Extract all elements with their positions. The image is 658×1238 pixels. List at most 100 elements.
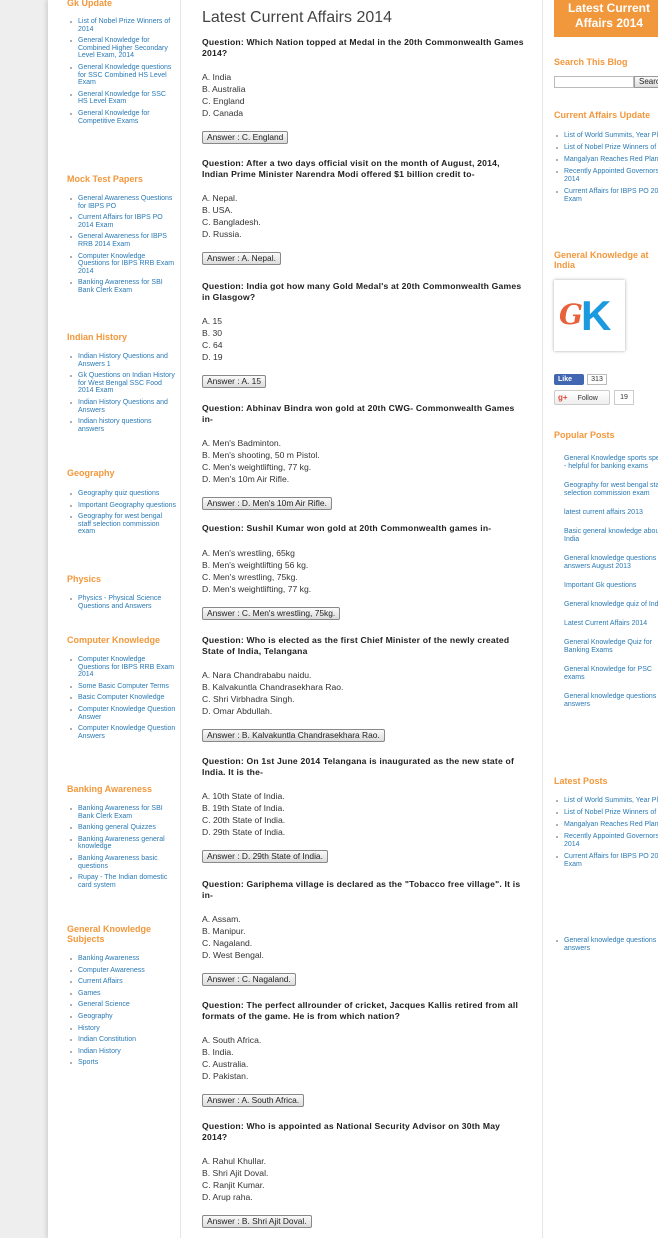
option-item: D. Arup raha. [202,1192,253,1202]
list-item[interactable]: Basic Computer Knowledge [67,694,177,702]
gk-update-list: List of Nobel Prize Winners of 2014 Gener… [67,18,177,129]
list-item[interactable]: Banking Awareness for SBI Bank Clerk Exa… [67,279,177,294]
list-item[interactable]: Current Affairs for IBPS PO 2014 Exam [67,214,177,229]
latest-affairs-banner[interactable]: Latest Current Affairs 2014 [554,0,658,37]
list-item[interactable]: Computer Awareness [67,967,177,975]
list-item[interactable]: Computer Knowledge Questions for IBPS RR… [67,253,177,276]
option-item: D. Pakistan. [202,1071,249,1081]
answer-button[interactable]: Answer : A. Nepal. [202,252,281,265]
list-item[interactable]: Latest Current Affairs 2014 [564,620,658,628]
gk-logo[interactable]: G K [554,280,625,351]
list-item[interactable]: Banking Awareness [67,955,177,963]
option-item: C. England [202,96,245,106]
list-item[interactable]: General Knowledge sports special - helpf… [564,455,658,471]
list-item[interactable]: General Knowledge questions for SSC Comb… [67,64,177,87]
list-item[interactable]: Mangalyan Reaches Red Planet [554,156,658,164]
list-item[interactable]: List of World Summits, Year Places [554,797,658,805]
list-item[interactable]: Physics - Physical Science Questions and… [67,595,177,610]
search-button[interactable]: Search [634,76,658,88]
list-item[interactable]: Banking general Quizzes [67,824,177,832]
answer-button[interactable]: Answer : B. Shri Ajit Doval. [202,1215,312,1228]
list-item[interactable]: Sports [67,1059,177,1067]
list-item[interactable]: General Science [67,1001,177,1009]
list-item[interactable]: General Knowledge for SSC HS Level Exam [67,91,177,106]
list-item[interactable]: Important Geography questions [67,502,177,510]
question-text: Question: Who is elected as the first Ch… [202,635,510,656]
list-item[interactable]: General knowledge quiz of India [564,601,658,609]
list-item[interactable]: General knowledge questions and answers [564,693,658,709]
list-item[interactable]: Current Affairs [67,978,177,986]
list-item[interactable]: Banking Awareness basic questions [67,855,177,870]
list-item[interactable]: Recently Appointed Governors in 2014 [554,168,658,184]
list-item[interactable]: Banking Awareness for SBI Bank Clerk Exa… [67,805,177,820]
answer-button[interactable]: Answer : C. Nagaland. [202,973,296,986]
option-item: D. Men's 10m Air Rifle. [202,474,290,484]
list-item[interactable]: List of Nobel Prize Winners of 2014 [67,18,177,33]
list-item[interactable]: Indian Constitution [67,1036,177,1044]
list-item[interactable]: Gk Questions on Indian History for West … [67,372,177,395]
question-text: Question: Gariphema village is declared … [202,879,521,900]
list-item[interactable]: Basic general knowledge about India [564,528,658,544]
ca-update-list: List of World Summits, Year Places List o… [554,132,658,208]
answer-button[interactable]: Answer : A. 15 [202,375,266,388]
list-item[interactable]: General Knowledge for Competitive Exams [67,110,177,125]
list-item[interactable]: General knowledge questions and answers [554,937,658,953]
list-item[interactable]: List of World Summits, Year Places [554,132,658,140]
list-item[interactable]: Computer Knowledge Questions for IBPS RR… [67,656,177,679]
list-item[interactable]: Computer Knowledge Question Answers [67,725,177,740]
left-sidebar: Gk Update List of Nobel Prize Winners of… [48,0,181,1238]
list-item[interactable]: Geography for west bengal staff selectio… [564,482,658,498]
list-item[interactable]: Indian History [67,1048,177,1056]
question-block: Question: On 1st June 2014 Telangana is … [202,756,528,864]
google-follow-button[interactable]: g+ Follow [554,390,610,405]
list-item[interactable]: General Knowledge Quiz for Banking Exams [564,639,658,655]
option-item: A. 10th State of India. [202,791,285,801]
list-item[interactable]: Games [67,990,177,998]
list-item[interactable]: Current Affairs for IBPS PO 2014 Exam [554,188,658,204]
banking-awareness-title: Banking Awareness [67,784,153,794]
follow-count: 19 [614,390,634,405]
list-item[interactable]: List of Nobel Prize Winners of 2014 [554,144,658,152]
list-item[interactable]: Current Affairs for IBPS PO 2014 Exam [554,853,658,869]
answer-button[interactable]: Answer : D. Men's 10m Air Rifle. [202,497,332,510]
answer-button[interactable]: Answer : B. Kalvakuntla Chandrasekhara R… [202,729,385,742]
list-item[interactable]: List of Nobel Prize Winners of 2014 [554,809,658,817]
option-item: C. Men's wrestling, 75kg. [202,571,298,582]
bottom-post-list: General knowledge questions and answers [554,937,658,957]
list-item[interactable]: General Awareness Questions for IBPS PO [67,195,177,210]
list-item[interactable]: Mangalyan Reaches Red Planet [554,821,658,829]
option-list: A. Men's wrestling, 65kg B. Men's weightl… [202,547,528,595]
list-item[interactable]: General Knowledge for PSC exams [564,666,658,682]
list-item[interactable]: Indian History Questions and Answers [67,399,177,414]
list-item[interactable]: Recently Appointed Governors in 2014 [554,833,658,849]
list-item[interactable]: General Awareness for IBPS RRB 2014 Exam [67,233,177,248]
list-item[interactable]: Geography quiz questions [67,490,177,498]
answer-button[interactable]: Answer : D. 29th State of India. [202,850,328,863]
list-item[interactable]: Geography for west bengal staff selectio… [67,513,177,536]
list-item[interactable]: Rupay - The Indian domestic card system [67,874,177,889]
option-item: B. India. [202,1047,234,1057]
option-item: B. Men's shooting, 50 m Pistol. [202,450,320,460]
list-item[interactable]: General knowledge questions answers Augu… [564,555,658,571]
question-text: Question: After a two days official visi… [202,158,500,179]
answer-button[interactable]: Answer : C. Men's wrestling, 75kg. [202,606,341,620]
list-item[interactable]: Banking Awareness general knowledge [67,836,177,851]
list-item[interactable]: latest current affairs 2013 [564,509,658,517]
list-item[interactable]: Computer Knowledge Question Answer [67,706,177,721]
facebook-like-button[interactable]: Like [554,374,584,385]
answer-button[interactable]: Answer : A. South Africa. [202,1094,305,1107]
gk-logo-g: G [559,298,583,331]
list-item[interactable]: Indian History Questions and Answers 1 [67,353,177,368]
search-input[interactable] [554,76,634,88]
follow-label: Follow [577,395,598,402]
list-item[interactable]: Important Gk questions [564,582,658,590]
list-item[interactable]: History [67,1025,177,1033]
like-count: 313 [587,374,607,385]
list-item[interactable]: General Knowledge for Combined Higher Se… [67,37,177,60]
list-item[interactable]: Geography [67,1013,177,1021]
option-item: C. Nagaland. [202,938,253,948]
answer-button[interactable]: Answer : C. England [202,131,289,144]
list-item[interactable]: Some Basic Computer Terms [67,683,177,691]
list-item[interactable]: Indian history questions answers [67,418,177,433]
question-block: Question: Gariphema village is declared … [202,879,528,987]
